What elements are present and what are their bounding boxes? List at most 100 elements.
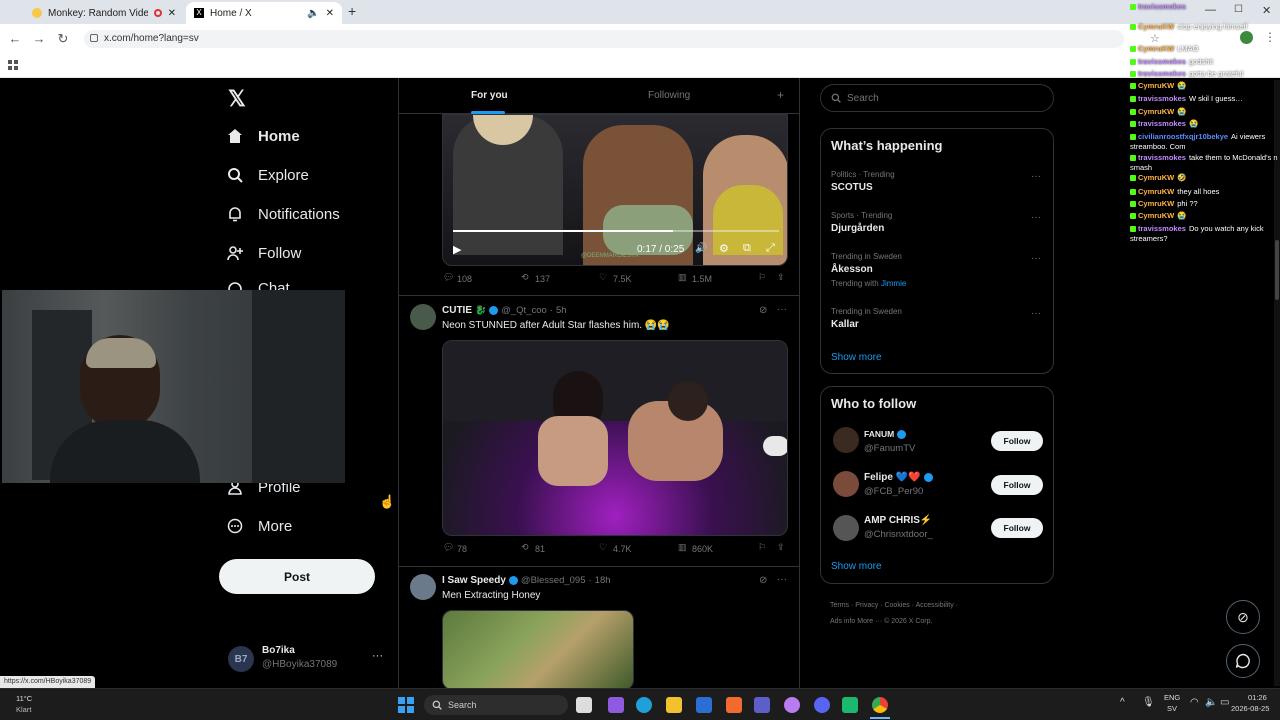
follow-name[interactable]: Felipe 💙❤️ <box>864 472 921 483</box>
share-icon[interactable]: ⇪ <box>777 542 785 553</box>
close-icon[interactable]: ✕ <box>326 8 334 19</box>
views-icon[interactable]: ▥ <box>678 542 687 553</box>
tweet-avatar[interactable] <box>410 574 436 600</box>
nav-explore[interactable]: Explore <box>226 162 309 188</box>
file-explorer-icon[interactable] <box>666 697 682 713</box>
taskbar-search[interactable]: Search <box>424 695 568 715</box>
task-view-icon[interactable] <box>576 697 592 713</box>
footer-link[interactable]: Accessibility <box>916 602 954 609</box>
clock-time[interactable]: 01:26 <box>1248 693 1267 702</box>
messages-float-icon[interactable] <box>1226 644 1260 678</box>
tweet-avatar[interactable] <box>410 304 436 330</box>
address-bar[interactable]: x.com/home?lang=sv <box>84 30 1124 48</box>
follow-button[interactable]: Follow <box>991 431 1043 451</box>
tweet-more-icon[interactable]: ··· <box>777 574 787 585</box>
teams-icon[interactable] <box>754 697 770 713</box>
clock-date[interactable]: 2026-08-25 <box>1231 704 1269 713</box>
apps-grid-icon[interactable] <box>8 60 18 70</box>
discord-icon[interactable] <box>814 697 830 713</box>
grok-icon[interactable]: ⊘ <box>759 305 767 316</box>
follow-name[interactable]: AMP CHRIS⚡ <box>864 515 932 526</box>
tab-for-you[interactable]: For you <box>471 90 508 101</box>
tweet-video[interactable]: ▶ @DEENMARCIESTX 0:17 / 0:25 🔊 ⚙ ⧉ ⤢ <box>442 114 788 266</box>
play-icon[interactable]: ▶ <box>453 243 461 256</box>
follow-avatar[interactable] <box>833 427 859 453</box>
menu-dots-icon[interactable]: ⋮ <box>1264 30 1276 44</box>
speaker-icon[interactable]: 🔈 <box>1205 697 1217 708</box>
bookmark-icon[interactable]: ⚐ <box>758 272 766 283</box>
nav-notifications[interactable]: Notifications <box>226 201 340 227</box>
nav-follow[interactable]: Follow <box>226 240 301 266</box>
battery-icon[interactable]: ▭ <box>1220 697 1229 708</box>
like-icon[interactable]: ♡ <box>599 272 607 283</box>
app-icon[interactable] <box>608 697 624 713</box>
tweet-image[interactable] <box>442 610 634 688</box>
nav-more[interactable]: More <box>226 513 292 539</box>
follow-avatar[interactable] <box>833 471 859 497</box>
trend-extra-link[interactable]: Jimmie <box>881 279 906 288</box>
show-more-link[interactable]: Show more <box>831 352 882 363</box>
pip-icon[interactable]: ⧉ <box>743 242 751 255</box>
footer-link[interactable]: Privacy <box>855 602 878 609</box>
footer-link[interactable]: Ads info <box>830 618 855 625</box>
chrome-icon[interactable] <box>872 697 888 713</box>
tweet-video[interactable] <box>442 340 788 536</box>
windows-start-icon[interactable] <box>398 697 414 713</box>
close-icon[interactable]: ✕ <box>168 8 176 19</box>
reply-icon[interactable]: 💬︎ <box>443 272 454 283</box>
brave-icon[interactable] <box>726 697 742 713</box>
lang-primary[interactable]: ENG <box>1164 693 1180 702</box>
account-menu-icon[interactable]: ··· <box>372 650 383 662</box>
lang-secondary[interactable]: SV <box>1167 704 1177 713</box>
bookmark-icon[interactable]: ⚐ <box>758 542 766 553</box>
app-icon[interactable] <box>784 697 800 713</box>
trend-item[interactable]: Politics · Trending SCOTUS <box>831 170 895 193</box>
new-tab-button[interactable]: + <box>348 3 356 19</box>
reload-icon[interactable]: ↻ <box>56 32 70 46</box>
footer-link[interactable]: Cookies <box>884 602 909 609</box>
edge-icon[interactable] <box>636 697 652 713</box>
follow-button[interactable]: Follow <box>991 475 1043 495</box>
tab-following[interactable]: Following <box>648 90 690 101</box>
add-tab-icon[interactable]: + <box>777 88 784 102</box>
tweet-author-name[interactable]: I Saw Speedy <box>442 575 506 586</box>
tweet-author-handle[interactable]: @_Qt_coo <box>501 305 547 316</box>
follow-avatar[interactable] <box>833 515 859 541</box>
trend-more-icon[interactable]: ··· <box>1031 212 1041 223</box>
footer-link[interactable]: Terms <box>830 602 849 609</box>
tweet-author-name[interactable]: CUTIE <box>442 305 472 316</box>
store-icon[interactable] <box>696 697 712 713</box>
follow-name[interactable]: FANUM <box>864 429 894 439</box>
tweet-time[interactable]: 5h <box>556 305 567 316</box>
search-input[interactable]: Search <box>820 84 1054 112</box>
settings-gear-icon[interactable]: ⚙ <box>719 242 729 255</box>
like-icon[interactable]: ♡ <box>599 542 607 553</box>
follow-button[interactable]: Follow <box>991 518 1043 538</box>
wifi-icon[interactable]: ◠ <box>1190 697 1199 708</box>
tray-chevron-icon[interactable]: ^ <box>1120 697 1125 708</box>
scrollbar-thumb[interactable] <box>1275 240 1279 300</box>
tweet-time[interactable]: 18h <box>595 575 611 586</box>
site-info-icon[interactable] <box>90 34 98 42</box>
reply-icon[interactable]: 💬︎ <box>443 542 454 553</box>
x-logo-icon[interactable]: 𝕏 <box>228 86 246 112</box>
trend-item[interactable]: Trending in Sweden Kallar <box>831 307 902 330</box>
retweet-icon[interactable]: ⟲ <box>521 542 529 553</box>
fullscreen-icon[interactable]: ⤢ <box>766 242 775 255</box>
tab-home-x[interactable]: X Home / X 🔈 ✕ <box>186 2 342 24</box>
footer-link[interactable]: More ··· <box>857 618 882 625</box>
forward-arrow-icon[interactable]: → <box>32 32 46 46</box>
trend-more-icon[interactable]: ··· <box>1031 253 1041 264</box>
retweet-icon[interactable]: ⟲ <box>521 272 529 283</box>
grok-float-icon[interactable]: ⊘ <box>1226 600 1260 634</box>
trend-more-icon[interactable]: ··· <box>1031 171 1041 182</box>
account-avatar[interactable]: B7 <box>228 646 254 672</box>
grok-icon[interactable]: ⊘ <box>759 575 767 586</box>
volume-icon[interactable]: 🔊 <box>695 243 707 254</box>
post-button[interactable]: Post <box>219 559 375 594</box>
trend-more-icon[interactable]: ··· <box>1031 308 1041 319</box>
trend-item[interactable]: Sports · Trending Djurgården <box>831 211 892 234</box>
weather-temp[interactable]: 11°C <box>16 694 32 703</box>
microphone-icon[interactable]: 🎙︎ <box>1142 697 1155 708</box>
views-icon[interactable]: ▥ <box>678 272 687 283</box>
